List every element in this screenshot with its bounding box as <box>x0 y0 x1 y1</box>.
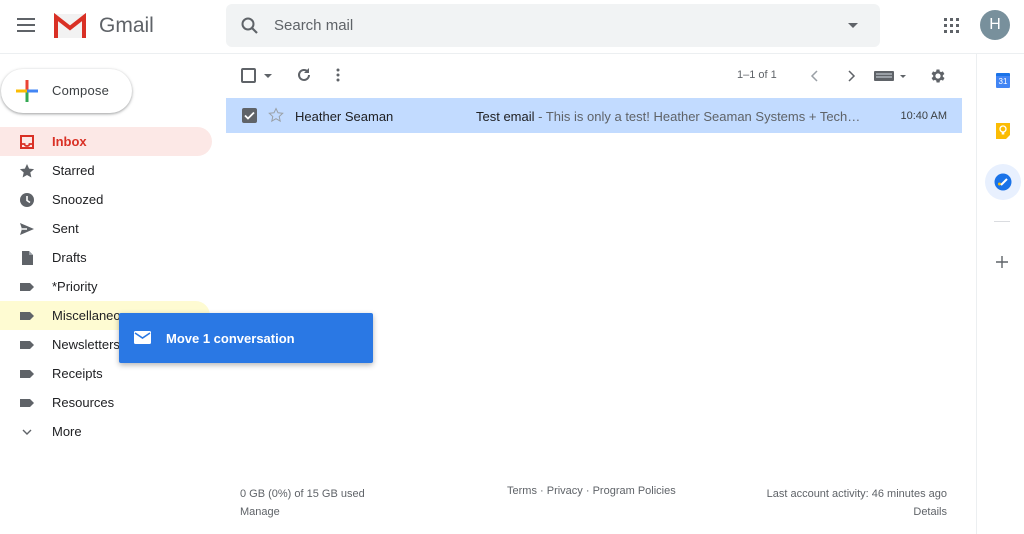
gmail-logo-icon[interactable] <box>53 13 87 39</box>
calendar-day: 31 <box>998 77 1008 86</box>
menu-icon-bar <box>17 30 35 32</box>
email-snippet: - This is only a test! Heather Seaman Sy… <box>534 109 861 124</box>
search-input[interactable] <box>274 4 834 47</box>
tasks-icon <box>994 173 1012 191</box>
footer-links: Terms · Privacy · Program Policies <box>507 485 676 497</box>
sidebar-item-receipts[interactable]: Receipts <box>0 359 212 388</box>
apps-dot <box>956 30 959 33</box>
sidebar-nav: Inbox Starred Snoozed Sent Drafts *Prior… <box>0 127 212 446</box>
separator: · <box>536 485 547 497</box>
app-name: Gmail <box>99 14 154 37</box>
row-checkbox-checked[interactable] <box>242 108 257 123</box>
search-options-caret-icon[interactable] <box>848 23 858 28</box>
email-row[interactable]: Heather Seaman Test email - This is only… <box>226 98 962 133</box>
calendar-icon[interactable]: 31 <box>996 73 1010 88</box>
account-activity: Last account activity: 46 minutes ago De… <box>767 485 947 521</box>
terms-link[interactable]: Terms <box>507 485 537 497</box>
draft-icon <box>22 251 33 265</box>
select-options-caret-icon[interactable] <box>264 74 272 78</box>
storage-usage: 0 GB (0%) of 15 GB used <box>240 488 365 500</box>
details-link[interactable]: Details <box>767 503 947 521</box>
search-bar[interactable] <box>226 4 880 47</box>
envelope-icon <box>134 331 151 344</box>
star-outline-icon[interactable] <box>268 107 284 123</box>
drag-label: Move 1 conversation <box>166 331 295 346</box>
input-tools-keyboard-icon[interactable] <box>874 70 908 82</box>
compose-plus-icon <box>16 80 38 102</box>
keep-icon[interactable] <box>995 122 1011 140</box>
apps-dot <box>950 18 953 21</box>
label-icon <box>20 283 34 291</box>
last-activity-text: Last account activity: 46 minutes ago <box>766 488 947 500</box>
mail-toolbar: 1–1 of 1 <box>226 58 962 94</box>
star-icon <box>19 164 35 178</box>
apps-dot <box>944 24 947 27</box>
privacy-link[interactable]: Privacy <box>547 485 583 497</box>
compose-button[interactable]: Compose <box>1 69 132 113</box>
sidebar-item-label: Sent <box>52 221 79 236</box>
sidebar-item-label: Snoozed <box>52 192 104 207</box>
sidebar-item-label: Inbox <box>52 134 87 149</box>
label-icon <box>20 399 34 407</box>
more-options-icon[interactable] <box>334 67 342 83</box>
drag-move-tooltip[interactable]: Move 1 conversation <box>119 313 373 363</box>
sidebar-item-label: *Priority <box>52 279 98 294</box>
account-avatar[interactable]: H <box>980 10 1010 40</box>
email-sender: Heather Seaman <box>295 109 394 124</box>
sidebar-item-resources[interactable]: Resources <box>0 388 212 417</box>
sidebar-item-drafts[interactable]: Drafts <box>0 243 212 272</box>
get-addons-plus-icon[interactable] <box>996 256 1008 268</box>
apps-dot <box>950 24 953 27</box>
apps-dot <box>944 30 947 33</box>
older-chevron-right-icon[interactable] <box>846 69 856 83</box>
sidebar-item-label: Resources <box>52 395 115 410</box>
email-subject-line: Test email - This is only a test! Heathe… <box>476 109 860 124</box>
top-bar: Gmail H <box>0 0 1024 54</box>
pagination-text: 1–1 of 1 <box>737 69 777 81</box>
newer-chevron-left-icon[interactable] <box>810 69 820 83</box>
clock-icon <box>20 193 34 207</box>
sidebar-item-inbox[interactable]: Inbox <box>0 127 212 156</box>
sidebar-item-snoozed[interactable]: Snoozed <box>0 185 212 214</box>
apps-dot <box>956 18 959 21</box>
label-icon <box>20 370 34 378</box>
label-icon <box>20 312 34 320</box>
apps-dot <box>956 24 959 27</box>
sidebar-item-sent[interactable]: Sent <box>0 214 212 243</box>
select-all-checkbox[interactable] <box>241 68 256 83</box>
sidebar-item-label: Receipts <box>52 366 103 381</box>
email-subject: Test email <box>476 109 535 124</box>
sidebar-item-label: More <box>52 424 82 439</box>
sidebar-item-label: Starred <box>52 163 95 178</box>
send-icon <box>20 223 34 235</box>
storage-info: 0 GB (0%) of 15 GB used Manage <box>240 485 365 521</box>
manage-storage-link[interactable]: Manage <box>240 503 365 521</box>
chevron-down-icon <box>22 429 32 435</box>
search-icon[interactable] <box>240 16 260 36</box>
compose-label: Compose <box>52 83 110 98</box>
sidebar-item-starred[interactable]: Starred <box>0 156 212 185</box>
sidebar-item-label: Newsletters <box>52 337 120 352</box>
apps-dot <box>950 30 953 33</box>
side-panel: 31 <box>976 54 1024 534</box>
google-apps-button[interactable] <box>944 18 959 33</box>
menu-icon-bar <box>17 18 35 20</box>
program-policies-link[interactable]: Program Policies <box>593 485 676 497</box>
sidebar-item-more[interactable]: More <box>0 417 212 446</box>
settings-gear-icon[interactable] <box>929 67 947 85</box>
main-menu-button[interactable] <box>17 18 35 32</box>
sidebar-item-priority[interactable]: *Priority <box>0 272 212 301</box>
tasks-button[interactable] <box>985 164 1021 200</box>
email-time: 10:40 AM <box>900 110 947 122</box>
side-panel-divider <box>994 221 1010 222</box>
sidebar-item-label: Drafts <box>52 250 87 265</box>
apps-dot <box>944 18 947 21</box>
checkmark-icon <box>244 111 255 120</box>
inbox-icon <box>20 135 34 149</box>
menu-icon-bar <box>17 24 35 26</box>
separator: · <box>582 485 593 497</box>
refresh-icon[interactable] <box>296 67 312 83</box>
label-icon <box>20 341 34 349</box>
